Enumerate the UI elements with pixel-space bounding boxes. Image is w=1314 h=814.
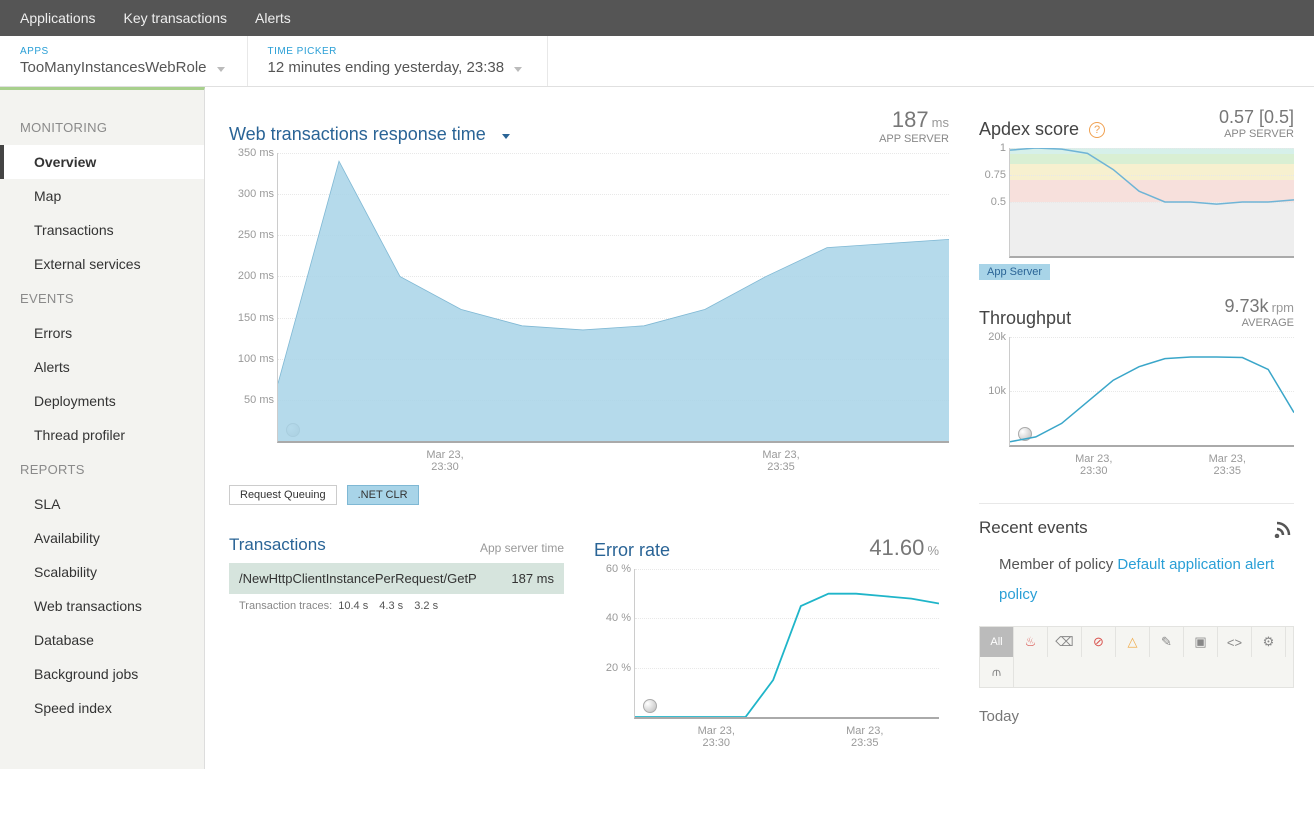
transactions-sub: App server time — [480, 541, 564, 555]
sidebar-item-map[interactable]: Map — [0, 179, 204, 213]
rss-icon[interactable] — [1274, 518, 1294, 538]
legend-request-queuing[interactable]: Request Queuing — [229, 485, 337, 505]
nav-applications[interactable]: Applications — [20, 10, 96, 26]
sidebar-group-reports: REPORTS — [0, 452, 204, 487]
filter-fire-icon[interactable]: ♨ — [1014, 627, 1048, 657]
time-picker-label: TIME PICKER — [268, 46, 527, 57]
throughput-sub: AVERAGE — [1225, 317, 1295, 329]
sidebar-item-deployments[interactable]: Deployments — [0, 384, 204, 418]
sidebar-item-web-transactions[interactable]: Web transactions — [0, 589, 204, 623]
sidebar-item-availability[interactable]: Availability — [0, 521, 204, 555]
filter-code-icon[interactable]: <> — [1218, 627, 1252, 657]
chevron-down-icon — [217, 63, 227, 73]
recent-events-policy: Member of policy Default application ale… — [999, 550, 1294, 610]
sidebar-item-speed-index[interactable]: Speed index — [0, 691, 204, 725]
filter-error-icon[interactable]: ⊘ — [1082, 627, 1116, 657]
throughput-title: Throughput — [979, 308, 1071, 329]
nav-key-transactions[interactable]: Key transactions — [124, 10, 228, 26]
apps-picker[interactable]: APPS TooManyInstancesWebRole — [0, 36, 248, 86]
sidebar-item-transactions[interactable]: Transactions — [0, 213, 204, 247]
transaction-row[interactable]: /NewHttpClientInstancePerRequest/GetP 18… — [229, 563, 564, 594]
sidebar: MONITORING Overview Map Transactions Ext… — [0, 87, 205, 769]
filter-eraser-icon[interactable]: ⌫ — [1048, 627, 1082, 657]
apps-picker-value: TooManyInstancesWebRole — [20, 59, 207, 76]
nav-alerts[interactable]: Alerts — [255, 10, 291, 26]
events-today-heading: Today — [979, 708, 1294, 725]
chevron-down-icon — [514, 63, 524, 73]
filter-edit-icon[interactable]: ✎ — [1150, 627, 1184, 657]
filter-screen-icon[interactable]: ▣ — [1184, 627, 1218, 657]
filter-gear-icon[interactable]: ⚙ — [1252, 627, 1286, 657]
chevron-down-icon — [502, 130, 512, 140]
sidebar-item-scalability[interactable]: Scalability — [0, 555, 204, 589]
response-time-sub: APP SERVER — [879, 133, 949, 145]
apdex-card: Apdex score ? 0.57 [0.5] APP SERVER 0.50… — [979, 107, 1294, 280]
throughput-chart[interactable]: 10k20k — [1009, 337, 1294, 447]
apdex-title: Apdex score ? — [979, 119, 1105, 140]
transactions-card: Transactions App server time /NewHttpCli… — [229, 535, 564, 749]
sidebar-group-monitoring: MONITORING — [0, 110, 204, 145]
apdex-pill[interactable]: App Server — [979, 264, 1050, 280]
time-picker-value: 12 minutes ending yesterday, 23:38 — [268, 59, 505, 76]
error-rate-card: Error rate 41.60 % 20 %40 %60 % Mar 23,2… — [594, 535, 939, 749]
error-rate-chart[interactable]: 20 %40 %60 % — [634, 569, 939, 719]
response-time-card: Web transactions response time 187 ms AP… — [229, 107, 949, 749]
sidebar-item-external-services[interactable]: External services — [0, 247, 204, 281]
sidebar-item-thread-profiler[interactable]: Thread profiler — [0, 418, 204, 452]
transaction-traces: Transaction traces: 10.4 s 4.3 s 3.2 s — [229, 594, 564, 618]
error-rate-title[interactable]: Error rate — [594, 540, 670, 561]
top-nav: Applications Key transactions Alerts — [0, 0, 1314, 36]
sidebar-item-sla[interactable]: SLA — [0, 487, 204, 521]
filter-warning-icon[interactable]: △ — [1116, 627, 1150, 657]
filter-bars-icon[interactable]: ⫙ — [980, 657, 1014, 687]
recent-events-card: Recent events Member of policy Default a… — [979, 503, 1294, 725]
legend-net-clr[interactable]: .NET CLR — [347, 485, 419, 505]
throughput-value: 9.73k — [1225, 296, 1269, 316]
event-filter-bar: All ♨ ⌫ ⊘ △ ✎ ▣ <> ⚙ ⫙ — [979, 626, 1294, 688]
apdex-sub: APP SERVER — [1219, 128, 1294, 140]
recent-events-title: Recent events — [979, 518, 1088, 538]
transactions-title[interactable]: Transactions — [229, 535, 326, 555]
filter-all-button[interactable]: All — [980, 627, 1014, 657]
time-picker[interactable]: TIME PICKER 12 minutes ending yesterday,… — [248, 36, 548, 86]
apdex-value: 0.57 [0.5] — [1219, 107, 1294, 127]
sidebar-item-errors[interactable]: Errors — [0, 316, 204, 350]
error-rate-value: 41.60 — [869, 535, 924, 560]
sidebar-item-database[interactable]: Database — [0, 623, 204, 657]
throughput-card: Throughput 9.73k rpm AVERAGE 10k20k Mar … — [979, 296, 1294, 477]
response-time-title[interactable]: Web transactions response time — [229, 124, 512, 145]
apps-picker-label: APPS — [20, 46, 227, 57]
sidebar-group-events: EVENTS — [0, 281, 204, 316]
sidebar-item-overview[interactable]: Overview — [0, 145, 204, 179]
help-icon[interactable]: ? — [1089, 122, 1105, 138]
response-time-value: 187 — [892, 107, 929, 132]
response-time-chart[interactable]: 50 ms100 ms150 ms200 ms250 ms300 ms350 m… — [277, 153, 949, 443]
sidebar-item-alerts[interactable]: Alerts — [0, 350, 204, 384]
apdex-chart[interactable]: 0.50.751 — [1009, 148, 1294, 258]
sidebar-item-background-jobs[interactable]: Background jobs — [0, 657, 204, 691]
